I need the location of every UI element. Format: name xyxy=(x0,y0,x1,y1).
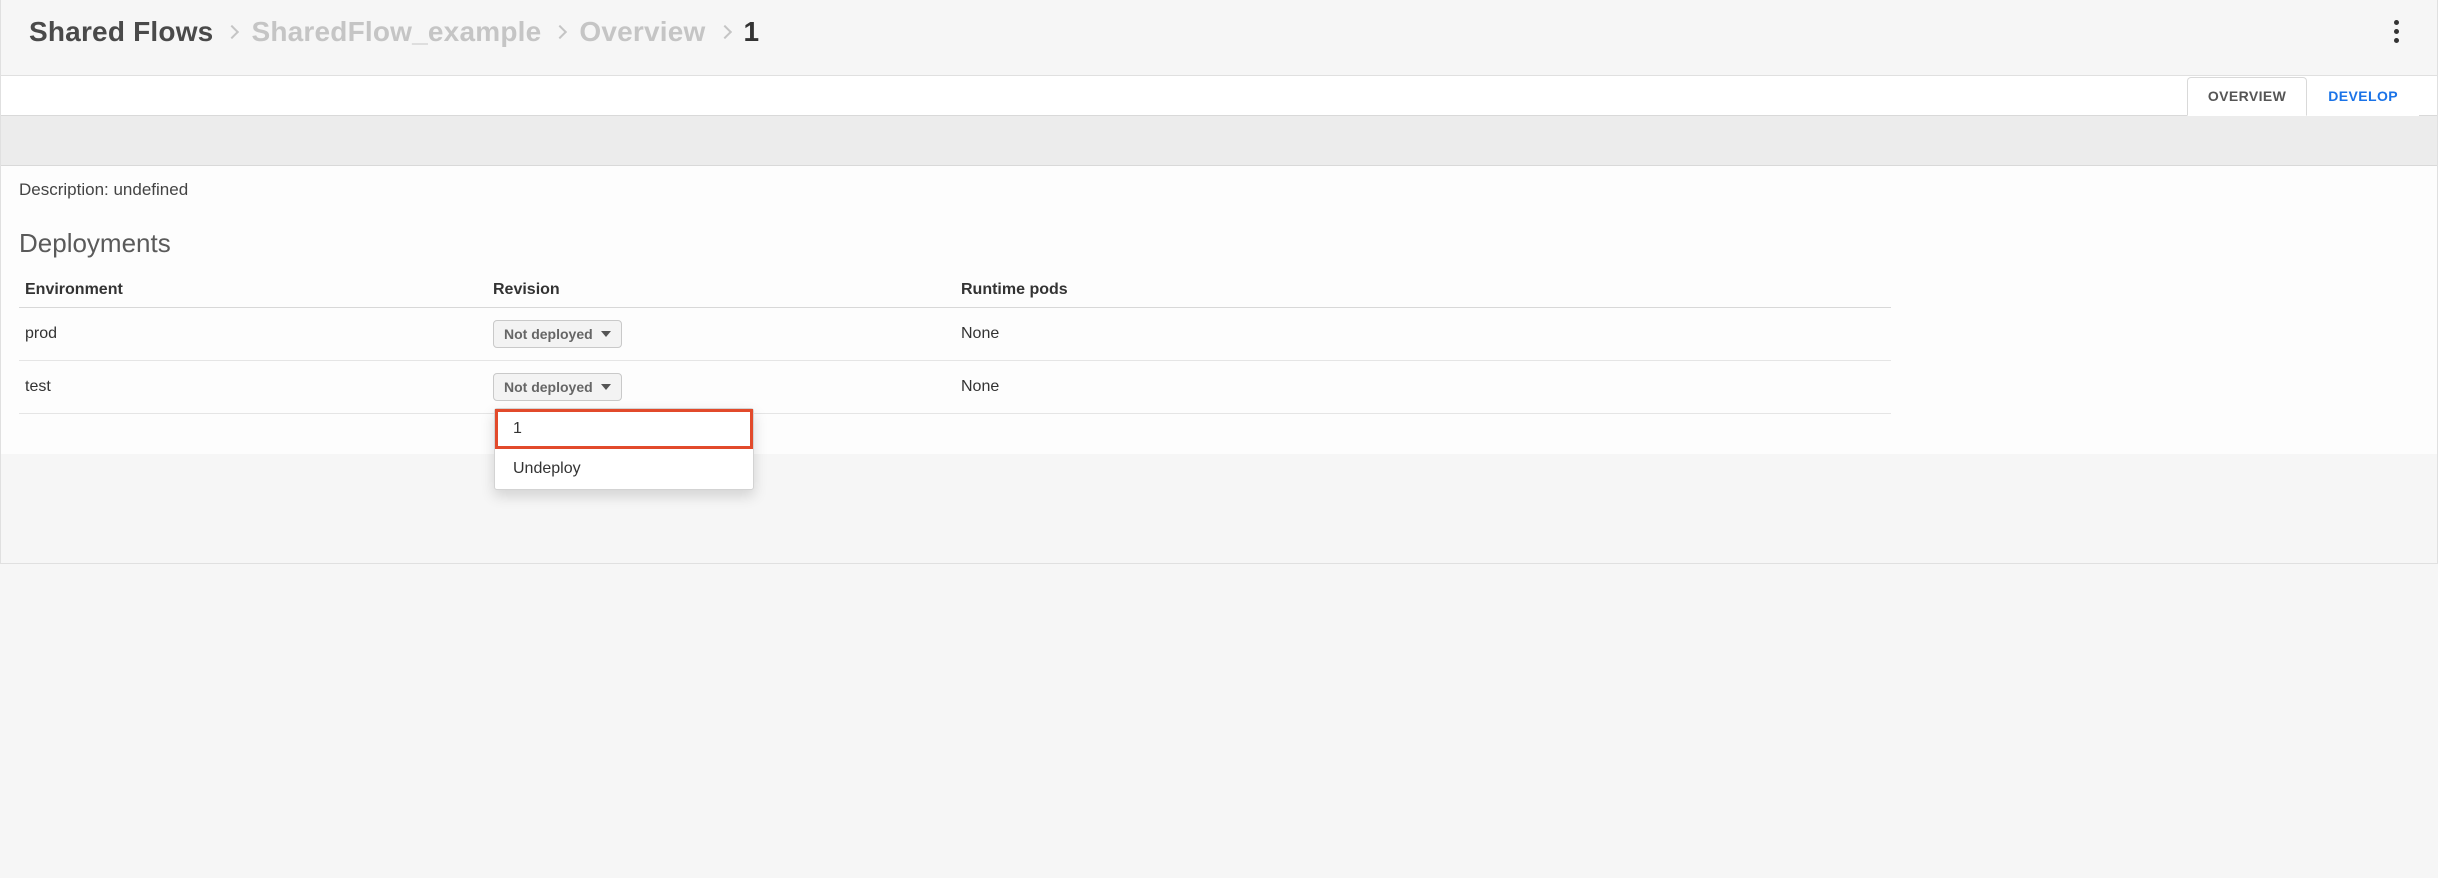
chevron-right-icon xyxy=(717,24,731,38)
deployments-heading: Deployments xyxy=(19,228,2419,259)
header-revision: Revision xyxy=(487,273,955,308)
description-text: Description: undefined xyxy=(19,180,2419,200)
runtime-cell: None xyxy=(955,361,1891,414)
env-cell: test xyxy=(19,361,487,414)
header-environment: Environment xyxy=(19,273,487,308)
chevron-right-icon xyxy=(553,24,567,38)
breadcrumb-shared-flow-name[interactable]: SharedFlow_example xyxy=(251,16,541,48)
table-row: prod Not deployed None xyxy=(19,308,1891,361)
table-row: test Not deployed 1 Undeploy None xyxy=(19,361,1891,414)
breadcrumb: Shared Flows SharedFlow_example Overview… xyxy=(29,16,759,48)
breadcrumb-root[interactable]: Shared Flows xyxy=(29,16,213,48)
chevron-right-icon xyxy=(225,24,239,38)
header-runtime-pods: Runtime pods xyxy=(955,273,1891,308)
revision-cell: Not deployed 1 Undeploy xyxy=(487,361,955,414)
dropdown-option-revision-1[interactable]: 1 xyxy=(495,409,753,449)
tab-develop[interactable]: DEVELOP xyxy=(2307,77,2419,116)
page-header: Shared Flows SharedFlow_example Overview… xyxy=(1,0,2437,76)
overview-content: Description: undefined Deployments Envir… xyxy=(1,166,2437,454)
deployments-table: Environment Revision Runtime pods prod N… xyxy=(19,273,1891,414)
dropdown-option-undeploy[interactable]: Undeploy xyxy=(495,449,753,489)
env-cell: prod xyxy=(19,308,487,361)
revision-dropdown-menu: 1 Undeploy xyxy=(494,408,754,490)
revision-dropdown-label: Not deployed xyxy=(504,379,593,395)
revision-dropdown-test[interactable]: Not deployed 1 Undeploy xyxy=(493,373,622,401)
revision-dropdown-prod[interactable]: Not deployed xyxy=(493,320,622,348)
breadcrumb-overview[interactable]: Overview xyxy=(579,16,705,48)
revision-cell: Not deployed xyxy=(487,308,955,361)
caret-down-icon xyxy=(601,384,611,390)
tab-bar: OVERVIEW DEVELOP xyxy=(1,76,2437,116)
runtime-cell: None xyxy=(955,308,1891,361)
toolbar-band xyxy=(1,116,2437,166)
revision-dropdown-label: Not deployed xyxy=(504,326,593,342)
tab-overview[interactable]: OVERVIEW xyxy=(2187,77,2307,116)
breadcrumb-revision: 1 xyxy=(744,16,760,48)
more-actions-button[interactable] xyxy=(2384,10,2409,53)
caret-down-icon xyxy=(601,331,611,337)
